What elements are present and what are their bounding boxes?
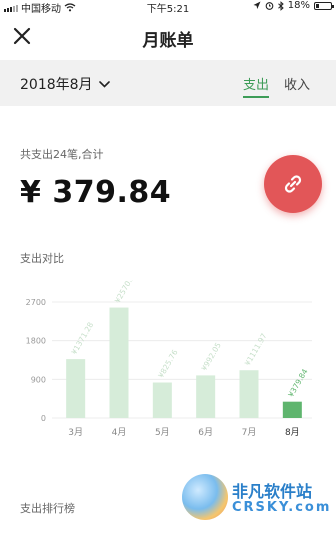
tab-expense[interactable]: 支出 — [243, 74, 269, 93]
y-tick-label: 900 — [31, 375, 46, 384]
tab-income[interactable]: 收入 — [284, 74, 310, 93]
status-bar: 中国移动 下午5:21 18% — [0, 0, 336, 15]
chart-bar — [152, 382, 172, 418]
x-tick-label: 6月 — [198, 427, 213, 438]
bluetooth-icon — [277, 0, 284, 11]
summary-label: 共支出24笔,合计 — [20, 148, 104, 161]
comparison-label: 支出对比 — [20, 252, 64, 265]
watermark-cn: 非凡软件站 — [232, 482, 313, 501]
chevron-down-icon — [98, 80, 110, 88]
battery-percent: 18% — [287, 0, 310, 11]
x-tick-label: 8月 — [285, 427, 300, 438]
nav-bar: 月账单 — [0, 14, 336, 60]
battery-icon — [314, 1, 334, 10]
bar-value-label: ¥1371.28 — [70, 320, 96, 356]
chart-bar — [239, 370, 259, 418]
chart-bar — [109, 307, 129, 418]
x-tick-label: 7月 — [242, 427, 257, 438]
page-title: 月账单 — [142, 31, 194, 51]
tab-expense-indicator — [243, 96, 269, 98]
y-tick-label: 2700 — [26, 298, 46, 307]
watermark-logo — [182, 474, 228, 520]
watermark: 非凡软件站 CRSKY.com — [182, 470, 332, 530]
summary-amount: ¥ 379.84 — [20, 175, 172, 210]
y-tick-label: 0 — [41, 414, 46, 423]
link-icon — [284, 175, 302, 193]
chart-bar — [66, 359, 86, 418]
month-selector[interactable]: 2018年8月 — [20, 74, 110, 94]
x-tick-label: 3月 — [68, 427, 83, 438]
battery-level — [316, 3, 319, 8]
bar-value-label: ¥2570.28 — [113, 280, 139, 305]
x-tick-label: 4月 — [112, 427, 127, 438]
y-tick-label: 1800 — [26, 337, 46, 346]
x-tick-label: 5月 — [155, 427, 170, 438]
filter-bar: 2018年8月 支出 收入 — [0, 60, 336, 106]
month-label: 2018年8月 — [20, 77, 93, 93]
alarm-icon — [265, 2, 274, 10]
status-right: 18% — [253, 0, 334, 11]
watermark-en: CRSKY.com — [232, 500, 332, 515]
share-button[interactable] — [264, 155, 322, 213]
bar-value-label: ¥992.05 — [200, 341, 223, 373]
bar-value-label: ¥1111.97 — [243, 332, 269, 368]
location-icon — [253, 1, 261, 9]
bar-value-label: ¥379.84 — [286, 367, 309, 399]
ranking-label: 支出排行榜 — [20, 502, 75, 515]
bar-value-label: ¥825.76 — [156, 348, 179, 380]
chart-bar — [282, 401, 302, 418]
chart-bar — [196, 375, 216, 418]
expense-bar-chart: 0 900 1800 2700 ¥1371.28 3月 ¥2570.28 4月 ¥825.76 5… — [26, 280, 312, 438]
